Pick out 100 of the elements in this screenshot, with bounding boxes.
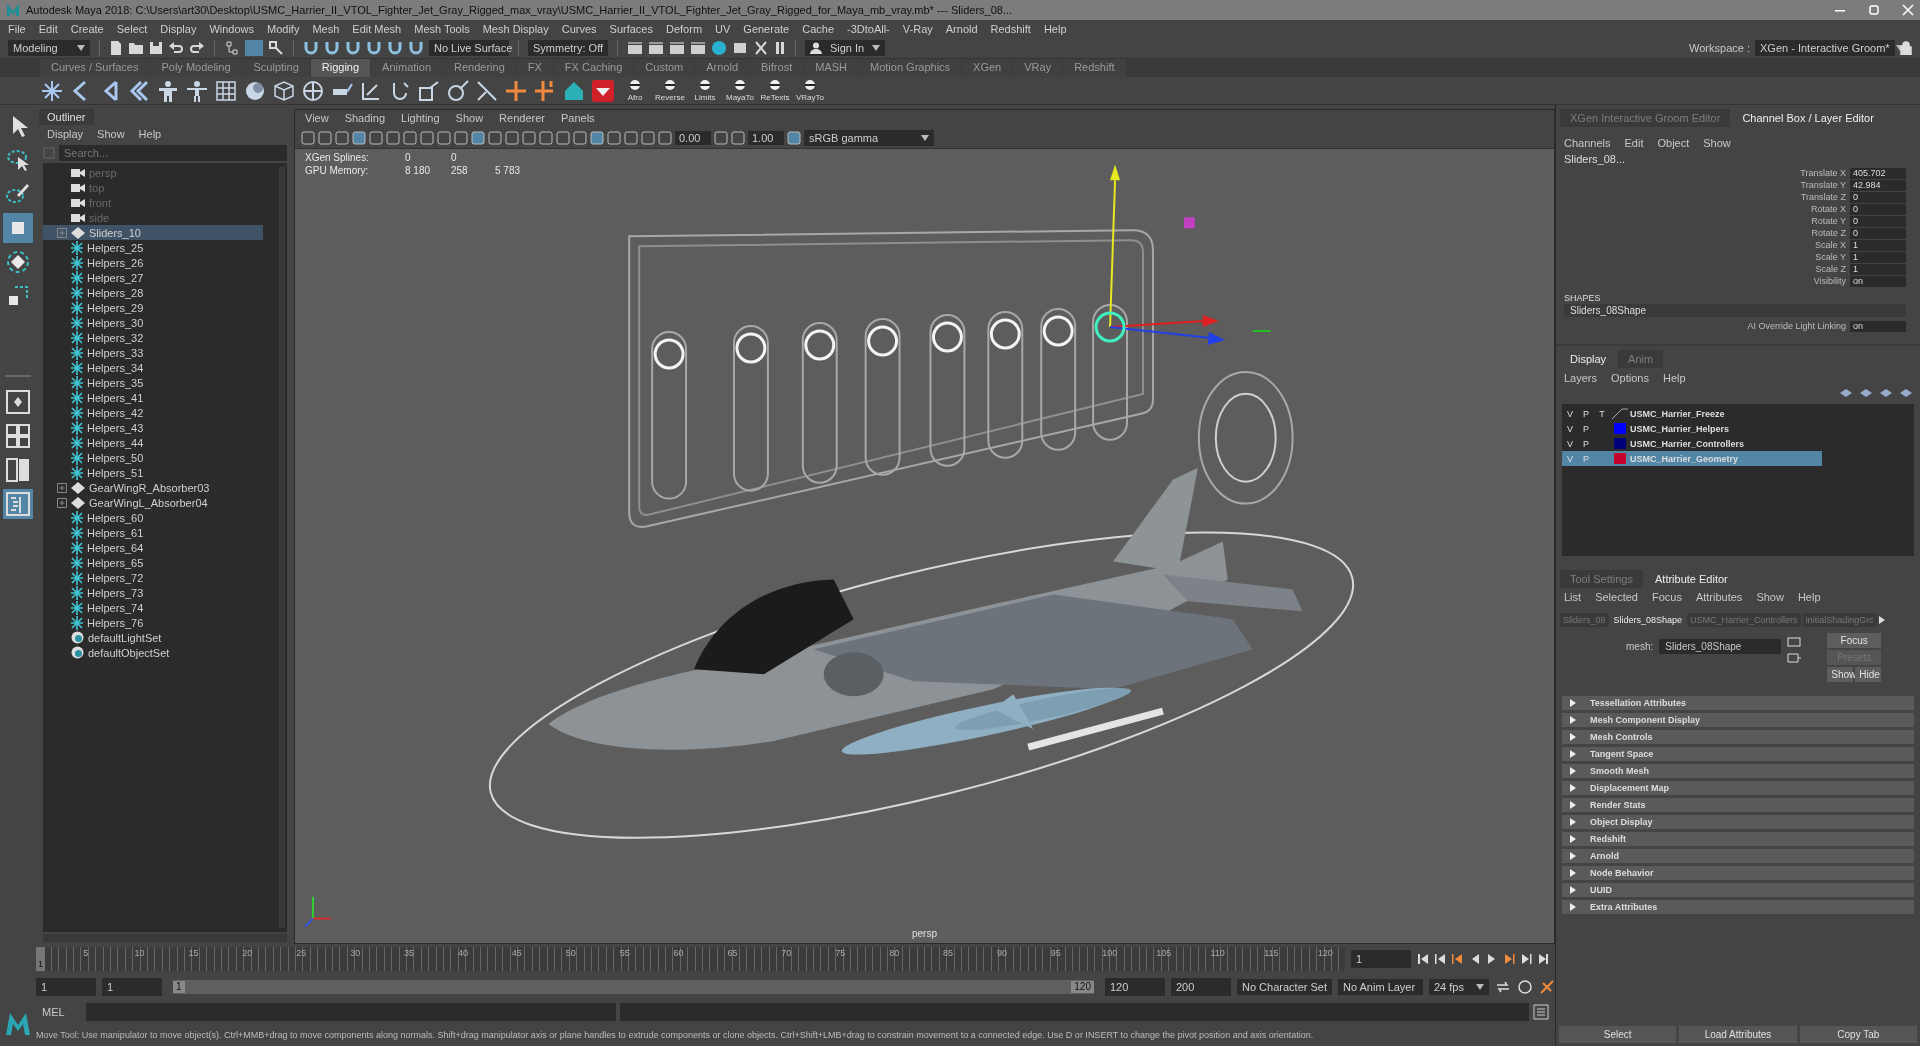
hat-icon[interactable] — [591, 78, 615, 103]
menu-item[interactable]: Object — [1657, 137, 1690, 149]
current-frame-marker[interactable]: 1 — [36, 947, 45, 971]
shelf-tab[interactable]: Arnold — [695, 59, 750, 77]
viewport-tool-icon[interactable] — [624, 131, 638, 145]
viewport-tool-icon[interactable] — [403, 131, 417, 145]
current-frame-field[interactable]: 1 — [1351, 950, 1411, 968]
shelf-button[interactable]: Limits — [690, 79, 720, 102]
viewport-tool-icon[interactable] — [539, 131, 553, 145]
menu-item[interactable]: UV — [715, 22, 731, 35]
menu-item[interactable]: Curves — [561, 22, 597, 35]
shelf-tab[interactable]: Poly Modeling — [150, 59, 242, 77]
menu-item[interactable]: Renderer — [499, 112, 545, 126]
exposure-field[interactable]: 0.00 — [675, 131, 711, 145]
magnet-icon[interactable] — [366, 39, 382, 56]
menu-item[interactable]: Focus — [1651, 591, 1682, 603]
layer-color-swatch[interactable] — [1614, 438, 1626, 449]
viewport-tool-icon[interactable] — [787, 131, 801, 145]
menu-item[interactable]: Surfaces — [609, 22, 653, 35]
collapsed-section[interactable]: Extra Attributes — [1562, 900, 1914, 914]
outliner-item[interactable]: Helpers_72 — [43, 570, 263, 585]
render-icon[interactable] — [690, 40, 706, 55]
menu-item[interactable]: Attributes — [1695, 591, 1743, 603]
menu-item[interactable]: Show — [97, 128, 125, 140]
outliner-item[interactable]: Helpers_60 — [43, 510, 263, 525]
collapsed-section[interactable]: UUID — [1562, 883, 1914, 897]
attribute-button[interactable]: Show — [1827, 667, 1854, 682]
menu-item[interactable]: List — [1564, 591, 1582, 603]
viewport-tool-icon[interactable] — [607, 131, 621, 145]
channel-value-field[interactable]: 1 — [1850, 251, 1906, 263]
outliner-item[interactable]: Helpers_26 — [43, 255, 263, 270]
layer-flag[interactable]: P — [1578, 423, 1594, 434]
viewport-tool-icon[interactable] — [369, 131, 383, 145]
menu-item[interactable]: Show — [1756, 591, 1784, 603]
script-editor-icon[interactable] — [1533, 1004, 1549, 1020]
magnet-icon[interactable] — [324, 39, 340, 56]
outliner-item[interactable]: Helpers_65 — [43, 555, 263, 570]
playback-end-field[interactable]: 120 — [1105, 978, 1165, 996]
single-view-icon[interactable] — [3, 387, 33, 417]
step-forward-icon[interactable] — [1519, 952, 1532, 966]
viewport-tool-icon[interactable] — [454, 131, 468, 145]
viewport-tool-icon[interactable] — [590, 131, 604, 145]
constraint-icon[interactable] — [446, 78, 470, 103]
channel-value-field[interactable]: 1 — [1850, 263, 1906, 275]
magnet-icon[interactable] — [345, 39, 361, 56]
fps-dropdown[interactable]: 24 fps — [1429, 979, 1489, 995]
shelf-tab[interactable]: FX — [516, 59, 553, 77]
menu-item[interactable]: Show — [1703, 137, 1731, 149]
outliner-item[interactable]: Helpers_76 — [43, 615, 263, 630]
joint-icon[interactable] — [40, 78, 64, 103]
cross-icon[interactable] — [504, 78, 528, 103]
outliner-item[interactable]: Helpers_44 — [43, 435, 263, 450]
save-icon[interactable] — [149, 40, 163, 55]
command-field[interactable] — [86, 1003, 616, 1021]
search-field[interactable]: Search... — [59, 145, 287, 161]
shelf-button[interactable]: ReTexts — [760, 79, 790, 102]
viewport-tool-icon[interactable] — [488, 131, 502, 145]
layer-flag[interactable]: V — [1562, 408, 1578, 419]
menu-item[interactable]: Layers — [1564, 372, 1598, 384]
shelf-tab[interactable]: Sculpting — [242, 59, 310, 77]
menu-item[interactable]: V-Ray — [902, 22, 933, 35]
end-frame-field[interactable]: 200 — [1171, 978, 1231, 996]
auto-key-icon[interactable] — [1517, 979, 1533, 995]
layer-action-icon[interactable] — [1898, 388, 1912, 398]
channel-value-field[interactable]: on — [1850, 275, 1906, 287]
menu-item[interactable]: Help — [1043, 22, 1067, 35]
menu-item[interactable]: Show — [455, 112, 484, 126]
menu-item[interactable]: Edit Mesh — [352, 22, 402, 35]
layer-action-icon[interactable] — [1838, 388, 1852, 398]
render-icon[interactable] — [627, 40, 643, 55]
first-frame-icon[interactable] — [1417, 952, 1430, 966]
start-frame-field[interactable]: 1 — [36, 978, 96, 996]
layer-action-icon[interactable] — [1858, 388, 1872, 398]
outliner-item[interactable]: Helpers_35 — [43, 375, 263, 390]
bone-icon[interactable] — [127, 78, 151, 103]
layer-color-swatch[interactable] — [1614, 423, 1626, 434]
menu-item[interactable]: Selected — [1595, 591, 1638, 603]
cube-icon[interactable] — [272, 78, 296, 103]
menu-item[interactable]: Create — [70, 22, 104, 35]
collapsed-section[interactable]: Smooth Mesh — [1562, 764, 1914, 778]
collapsed-section[interactable]: Redshift — [1562, 832, 1914, 846]
collapsed-section[interactable]: Node Behavior — [1562, 866, 1914, 880]
shelf-button[interactable]: MayaTo — [725, 79, 755, 102]
playback-start-field[interactable]: 1 — [102, 978, 162, 996]
outliner-item[interactable]: Sliders_10 — [43, 225, 263, 240]
shelf-tab[interactable]: XGen — [962, 59, 1013, 77]
menu-item[interactable]: Mesh Tools — [414, 22, 470, 35]
layer-flag[interactable]: V — [1562, 423, 1578, 434]
menu-item[interactable]: Display — [160, 22, 197, 35]
layer-flag[interactable]: T — [1594, 408, 1610, 419]
mode-dropdown[interactable]: Modeling — [8, 39, 90, 56]
viewport-tool-icon[interactable] — [641, 131, 655, 145]
outliner-item[interactable]: defaultObjectSet — [43, 645, 263, 660]
outliner-item[interactable]: Helpers_32 — [43, 330, 263, 345]
outliner-item[interactable]: Helpers_28 — [43, 285, 263, 300]
target-icon[interactable] — [301, 78, 325, 103]
character-set-dropdown[interactable]: No Character Set — [1237, 979, 1332, 995]
menu-item[interactable]: File — [8, 22, 26, 35]
outliner-item[interactable]: Helpers_30 — [43, 315, 263, 330]
magnet-icon[interactable] — [408, 39, 424, 56]
